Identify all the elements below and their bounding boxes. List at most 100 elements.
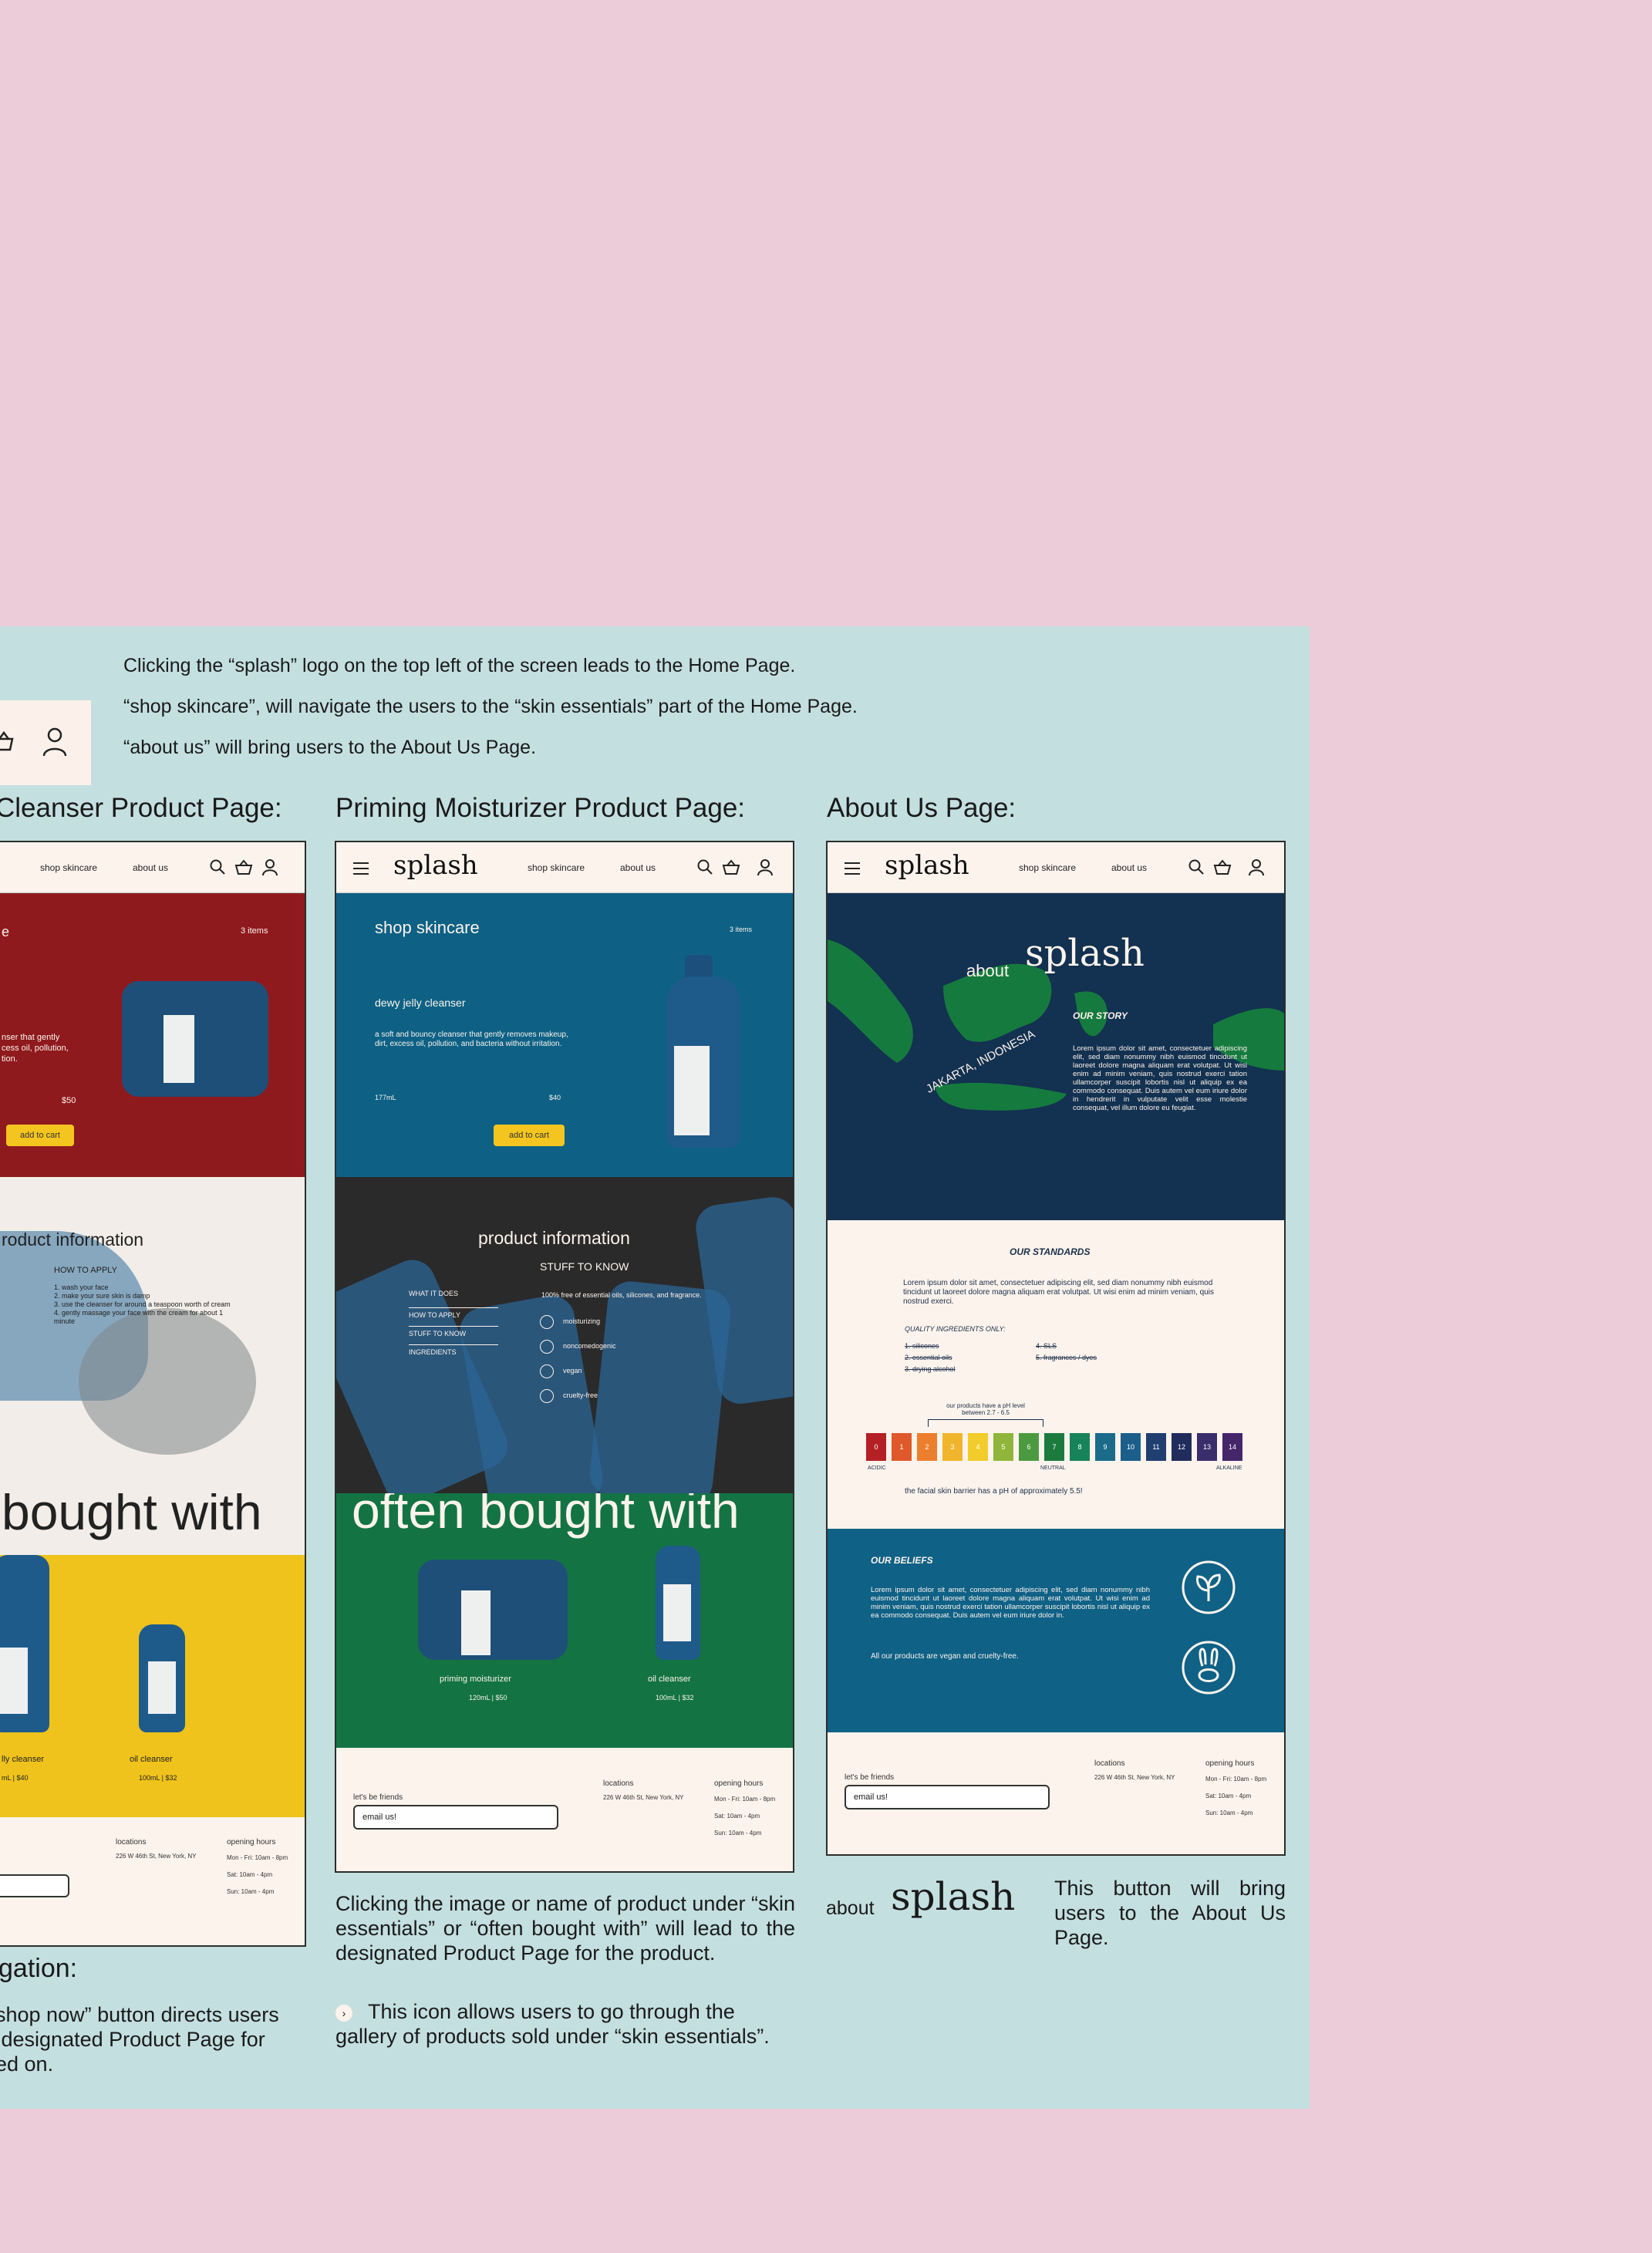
annotation-board: Clicking the “splash” logo on the top le… (0, 626, 1310, 2109)
priming-moisturizer-image[interactable] (418, 1560, 568, 1660)
about-splash-logo: splash (1025, 932, 1145, 975)
ph-swatch: 5 (993, 1433, 1013, 1461)
cleanser-page-mockup: shop skincare about us e 3 items nser th… (0, 841, 306, 1947)
about-button-word: about (826, 1897, 875, 1919)
nav-about-us[interactable]: about us (133, 862, 168, 873)
nav-about-us[interactable]: about us (620, 862, 656, 873)
user-icon[interactable] (756, 858, 774, 876)
how-to-apply-heading: HOW TO APPLY (54, 1266, 117, 1275)
shop-skincare-heading[interactable]: shop skincare (375, 918, 480, 938)
email-field[interactable]: email us! (353, 1805, 558, 1830)
about-footer: let's be friends email us! locations 226… (828, 1732, 1284, 1854)
cream-jar-image[interactable] (122, 981, 268, 1097)
basket-icon[interactable] (1213, 858, 1232, 876)
product-name[interactable]: lly cleanser (2, 1754, 44, 1765)
leaf-icon (1182, 1560, 1236, 1614)
product-meta: mL | $40 (2, 1774, 29, 1782)
cleanser-product-info: roduct information HOW TO APPLY 1. wash … (0, 1177, 305, 1493)
ph-acidic-label: ACIDIC (868, 1465, 886, 1471)
nav-shop-skincare[interactable]: shop skincare (528, 862, 585, 873)
our-beliefs-heading: OUR BELIEFS (871, 1555, 933, 1566)
tab-ingredients[interactable]: INGREDIENTS (409, 1345, 498, 1364)
tab-what-it-does[interactable]: WHAT IT DOES (409, 1290, 498, 1308)
hours-line: Mon - Fri: 10am - 8pm (714, 1796, 776, 1803)
cleanser-hero: e 3 items nser that gently cess oil, pol… (0, 893, 305, 1177)
user-icon[interactable] (261, 858, 279, 876)
hours-line: Sun: 10am - 4pm (714, 1830, 762, 1836)
about-page-mockup: splash shop skincare about us about spla… (826, 841, 1286, 1856)
property-item: vegan (540, 1362, 616, 1387)
hours-line: Mon - Fri: 10am - 8pm (227, 1854, 288, 1861)
hamburger-menu-icon[interactable] (843, 859, 861, 878)
blurred-jar-image (79, 1308, 256, 1455)
tab-stuff-to-know[interactable]: STUFF TO KNOW (409, 1327, 498, 1345)
chevron-right-icon[interactable]: › (335, 2004, 352, 2022)
skin-ph-note: the facial skin barrier has a pH of appr… (905, 1487, 1083, 1496)
friends-label: let's be friends (845, 1773, 895, 1782)
product-price: $50 (62, 1096, 76, 1105)
banned-ingredient: 2. essential oils (905, 1354, 952, 1361)
cleanser-nav: shop skincare about us (0, 842, 305, 893)
user-icon[interactable] (42, 727, 68, 757)
cart-count: 3 items (730, 926, 753, 933)
nav-shop-skincare[interactable]: shop skincare (1019, 862, 1076, 873)
moisturizer-product-info: product information STUFF TO KNOW WHAT I… (336, 1177, 793, 1493)
basket-icon[interactable] (722, 858, 740, 876)
hamburger-menu-icon[interactable] (352, 859, 370, 878)
product-name[interactable]: priming moisturizer (440, 1674, 511, 1685)
tab-how-to-apply[interactable]: HOW TO APPLY (409, 1308, 498, 1327)
our-beliefs-text: Lorem ipsum dolor sit amet, consectetuer… (871, 1586, 1150, 1620)
product-name[interactable]: oil cleanser (648, 1674, 691, 1685)
shop-now-caption: shop now” button directs users designate… (0, 2003, 279, 2076)
cleanser-footer: locations 226 W 46th St, New York, NY op… (0, 1817, 305, 1945)
search-icon[interactable] (696, 858, 714, 876)
basket-icon[interactable] (0, 730, 14, 753)
about-splash-button[interactable]: about splash (826, 1874, 1027, 1928)
bunny-icon (540, 1388, 554, 1403)
ph-swatch: 12 (1172, 1433, 1192, 1461)
hero-heading: e (2, 924, 10, 939)
product-name: dewy jelly cleanser (375, 997, 466, 1009)
email-field[interactable]: email us! (845, 1785, 1050, 1809)
ph-swatch: 14 (1222, 1433, 1242, 1461)
footer-hours: opening hours (1205, 1759, 1255, 1768)
jar-label (164, 1015, 194, 1083)
oil-cleanser-image[interactable] (139, 1624, 185, 1732)
ph-alkaline-label: ALKALINE (1216, 1465, 1242, 1471)
basket-icon[interactable] (234, 858, 253, 876)
nav-shop-skincare[interactable]: shop skincare (40, 862, 97, 873)
dewy-jelly-cleanser-image[interactable] (666, 976, 740, 1148)
add-to-cart-button[interactable]: add to cart (494, 1125, 565, 1146)
splash-logo[interactable]: splash (885, 850, 969, 881)
footer-address: 226 W 46th St, New York, NY (1094, 1774, 1175, 1781)
property-item: noncomedogenic (540, 1337, 616, 1362)
our-standards-text: Lorem ipsum dolor sit amet, consectetuer… (903, 1279, 1214, 1306)
about-button-caption: This button will bring users to the Abou… (1054, 1877, 1286, 1949)
banned-ingredient: 4. SLS (1036, 1342, 1057, 1350)
jelly-cleanser-image[interactable] (0, 1555, 49, 1732)
note-logo: Clicking the “splash” logo on the top le… (123, 655, 796, 676)
bunny-icon (1182, 1641, 1236, 1695)
apply-step: 3. use the cleanser for around a teaspoo… (54, 1300, 231, 1308)
search-icon[interactable] (208, 858, 227, 876)
ph-swatch: 11 (1146, 1433, 1166, 1461)
ph-swatch: 13 (1197, 1433, 1217, 1461)
footer-hours: opening hours (227, 1838, 276, 1847)
user-icon[interactable] (1247, 858, 1266, 876)
vegan-line: All our products are vegan and cruelty-f… (871, 1652, 1019, 1661)
about-button-logo: splash (891, 1874, 1016, 1919)
splash-logo[interactable]: splash (393, 850, 478, 881)
hours-line: Sun: 10am - 4pm (227, 1888, 275, 1895)
product-name[interactable]: oil cleanser (130, 1754, 173, 1765)
apply-step: 2. make your sure skin is damp (54, 1292, 150, 1300)
search-icon[interactable] (1187, 858, 1205, 876)
ph-swatch: 6 (1019, 1433, 1039, 1461)
email-field[interactable] (0, 1874, 69, 1897)
add-to-cart-button[interactable]: add to cart (6, 1125, 74, 1146)
ph-neutral-label: NEUTRAL (1040, 1465, 1066, 1471)
property-list: moisturizing noncomedogenic vegan cruelt… (540, 1313, 616, 1411)
nav-about-us[interactable]: about us (1111, 862, 1147, 873)
about-story-section: about splash JAKARTA, INDONESIA OUR STOR… (828, 893, 1284, 1220)
our-standards-heading: OUR STANDARDS (1010, 1246, 1091, 1257)
oil-cleanser-image[interactable] (656, 1546, 700, 1660)
